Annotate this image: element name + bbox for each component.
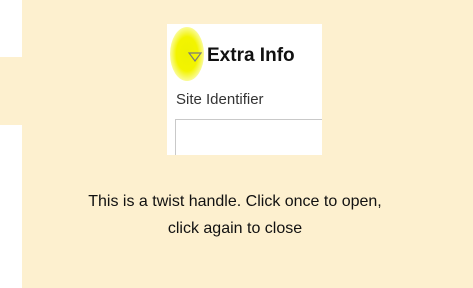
triangle-down-outline-icon[interactable] xyxy=(188,51,202,63)
caption-line-2: click again to close xyxy=(167,220,303,237)
site-identifier-input[interactable] xyxy=(175,119,322,155)
section-title[interactable]: Extra Info xyxy=(207,45,295,67)
instruction-caption: This is a twist handle. Click once to op… xyxy=(35,188,435,242)
screenshot-excerpt: Extra Info Site Identifier xyxy=(167,24,322,155)
callout-pointer xyxy=(0,57,24,125)
caption-line-1: This is a twist handle. Click once to op… xyxy=(88,193,382,210)
site-identifier-label: Site Identifier xyxy=(176,91,264,108)
